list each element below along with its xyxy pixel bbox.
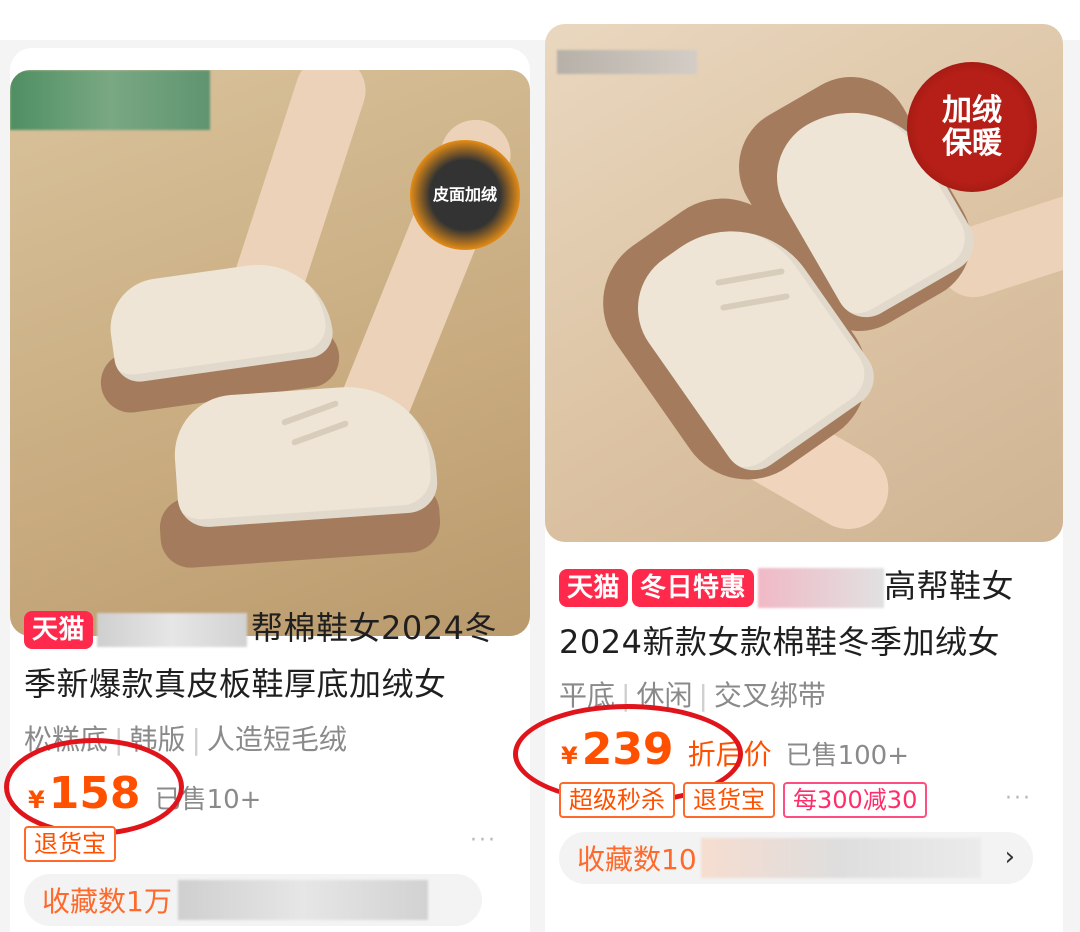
favorites-pill-1[interactable]: 收藏数1万: [24, 874, 482, 926]
product-card-1[interactable]: 皮面加绒 天猫 帮棉鞋女2024冬 季新爆款真皮板鞋厚底加绒女 松糕底 | 韩版 | 人造…: [4, 48, 530, 932]
title-text: 高帮鞋女: [884, 567, 1015, 605]
return-guarantee-tag: 退货宝: [24, 826, 116, 862]
title-blurred: [758, 568, 885, 608]
chevron-right-icon[interactable]: ›: [1005, 842, 1015, 872]
favorites-count: 收藏数1万: [42, 885, 172, 918]
more-options-icon[interactable]: ···: [470, 828, 497, 853]
badge-text-line-1: 加绒: [942, 93, 1002, 128]
annotation-circle: [4, 738, 184, 836]
product-card-2[interactable]: 加绒 保暖 天猫 冬日特惠 高帮鞋女 2024新款女款棉鞋冬季加绒女 平底 | 休闲 | 交…: [513, 24, 1063, 932]
favorites-count: 收藏数10: [577, 843, 697, 876]
product-title-2[interactable]: 天猫 冬日特惠 高帮鞋女 2024新款女款棉鞋冬季加绒女: [559, 558, 1059, 670]
store-logo-blurred: [557, 50, 697, 74]
fleece-warm-badge: 加绒 保暖: [907, 62, 1037, 192]
product-image-2[interactable]: 加绒 保暖: [545, 24, 1063, 542]
badge-text: 皮面加绒: [432, 185, 497, 205]
tmall-tag: 天猫: [24, 611, 94, 649]
return-guarantee-tag: 退货宝: [683, 782, 775, 818]
attribute: 交叉绑带: [713, 679, 826, 712]
product-title-1[interactable]: 天猫 帮棉鞋女2024冬 季新爆款真皮板鞋厚底加绒女: [24, 600, 530, 712]
title-line-2: 季新爆款真皮板鞋厚底加绒女: [24, 665, 447, 703]
tmall-tag: 天猫: [559, 569, 629, 607]
favorites-blurred: [700, 838, 981, 878]
flash-sale-tag: 超级秒杀: [559, 782, 675, 818]
promo-row-1: 退货宝: [24, 826, 116, 862]
discount-tag: 每300减30: [783, 782, 928, 818]
title-text: 帮棉鞋女2024冬: [251, 609, 497, 647]
promo-row-2: 超级秒杀 退货宝 每300减30: [559, 782, 928, 818]
sold-count: 已售100+: [785, 741, 909, 771]
favorites-pill-2[interactable]: 收藏数10 ›: [559, 832, 1033, 884]
badge-text-line-2: 保暖: [942, 126, 1002, 161]
shoe-upper: [170, 381, 440, 529]
favorites-blurred: [177, 880, 428, 920]
fleece-lining-badge: 皮面加绒: [410, 140, 520, 250]
winter-sale-tag: 冬日特惠: [632, 569, 755, 607]
more-options-icon[interactable]: ···: [1005, 786, 1032, 811]
product-image-1[interactable]: 皮面加绒: [10, 70, 530, 636]
attribute: 人造短毛绒: [206, 723, 347, 756]
store-logo-blurred: [10, 70, 210, 130]
title-line-2: 2024新款女款棉鞋冬季加绒女: [559, 623, 1000, 661]
title-blurred: [97, 613, 248, 647]
